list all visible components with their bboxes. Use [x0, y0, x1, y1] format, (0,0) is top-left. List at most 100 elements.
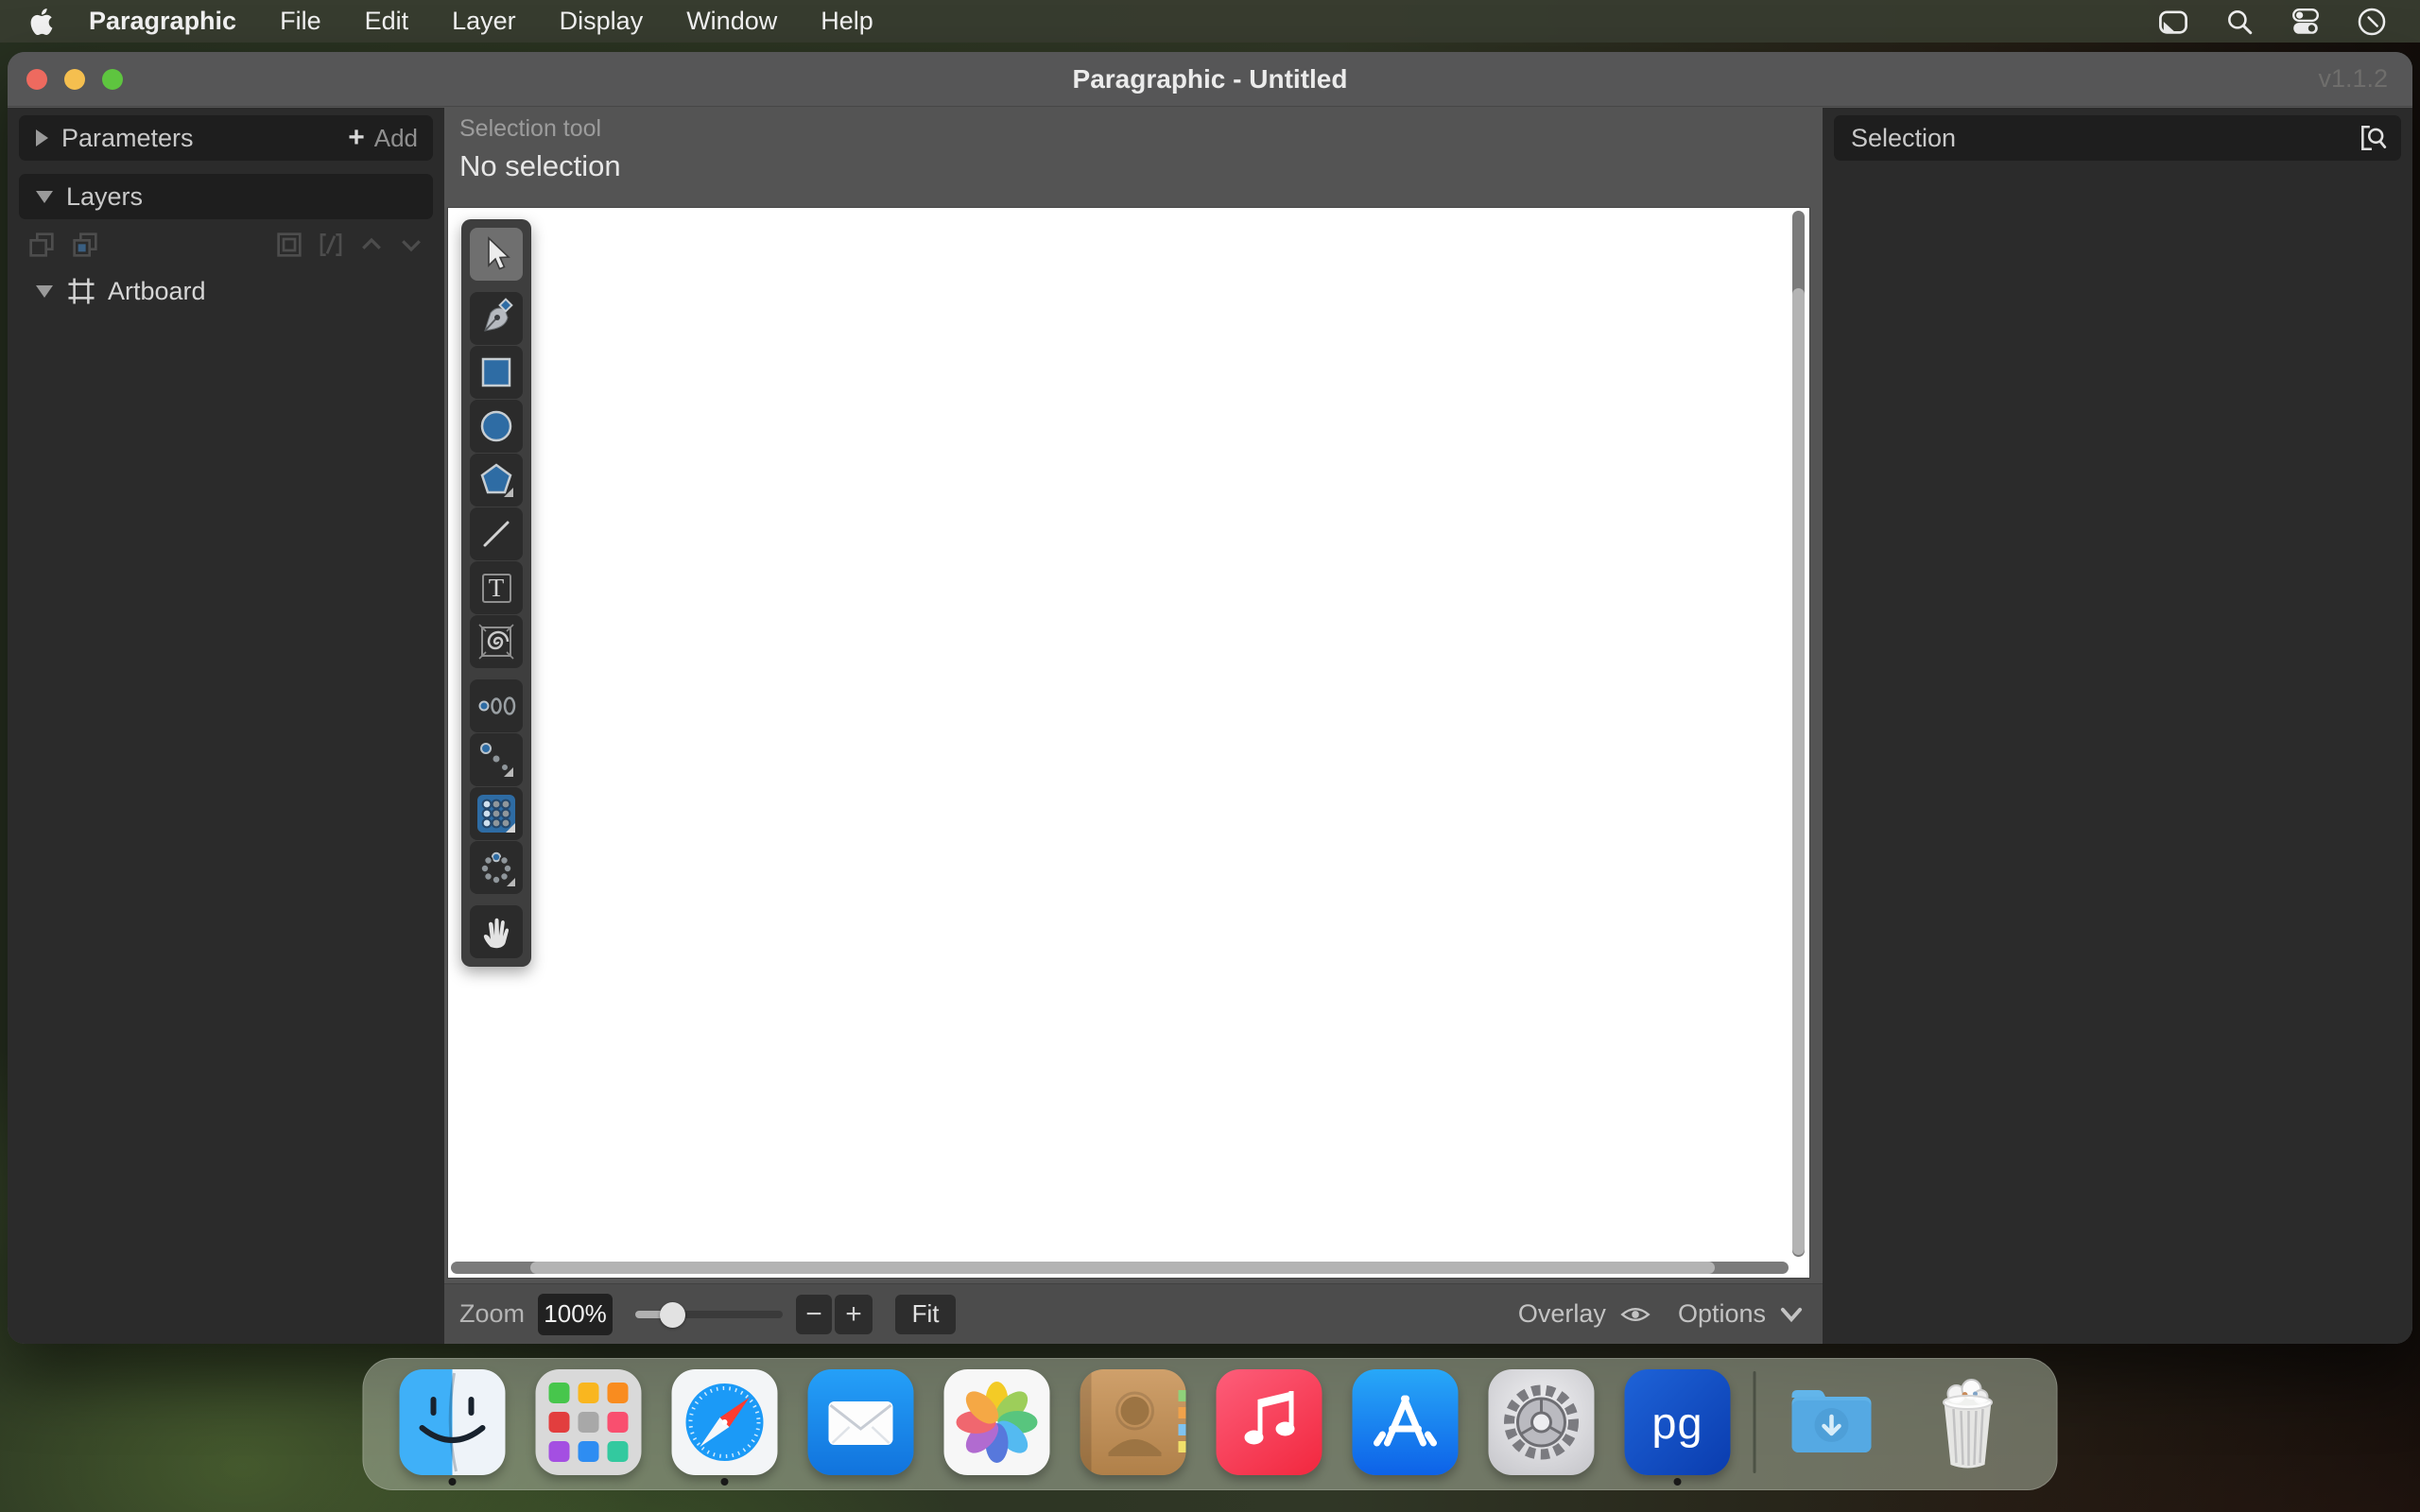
- apple-menu-icon[interactable]: [28, 8, 57, 36]
- bottom-bar: Zoom 100% − + Fit Overlay Options: [444, 1283, 1838, 1344]
- ellipse-icon: [470, 400, 523, 453]
- horizontal-scrollbar-thumb[interactable]: [530, 1262, 1715, 1274]
- duplicate-icon[interactable]: [26, 230, 57, 260]
- line-icon: [470, 507, 523, 560]
- disclosure-down-icon[interactable]: [36, 285, 53, 298]
- pen-icon: [470, 292, 523, 345]
- move-up-icon[interactable]: [357, 231, 386, 259]
- disclosure-down-icon[interactable]: [36, 191, 53, 203]
- overlay-options-group: Overlay Options: [1518, 1299, 1804, 1329]
- dock: pg: [363, 1358, 2058, 1490]
- desktop-wallpaper: Paragraphic File Edit Layer Display Wind…: [0, 0, 2420, 1512]
- contacts-icon: [1080, 1369, 1186, 1475]
- dock-item-launchpad[interactable]: [536, 1369, 642, 1486]
- running-indicator: [1674, 1478, 1682, 1486]
- spiral-icon: [470, 615, 523, 668]
- zoom-out-button[interactable]: −: [796, 1295, 832, 1334]
- plus-icon: +: [348, 122, 365, 154]
- dock-item-paragraphic[interactable]: pg: [1625, 1369, 1731, 1486]
- menu-item-help[interactable]: Help: [821, 7, 873, 36]
- menu-item-display[interactable]: Display: [560, 7, 644, 36]
- screen-mirroring-icon[interactable]: [2157, 6, 2189, 38]
- tool-repeat-grid[interactable]: [470, 787, 523, 840]
- clock-icon[interactable]: [2356, 6, 2388, 38]
- tool-pan[interactable]: [470, 905, 523, 958]
- hand-icon: [470, 905, 523, 958]
- chevron-down-icon[interactable]: [1779, 1305, 1804, 1324]
- tool-palette: T: [461, 219, 531, 967]
- tool-rectangle[interactable]: [470, 346, 523, 399]
- running-indicator: [449, 1478, 457, 1486]
- eye-icon[interactable]: [1619, 1302, 1651, 1327]
- artboard-icon: [66, 276, 96, 306]
- downloads-folder-icon: [1779, 1369, 1885, 1475]
- dock-item-music[interactable]: [1217, 1369, 1322, 1486]
- inspect-selection-icon[interactable]: [2358, 123, 2388, 153]
- tool-spiral[interactable]: [470, 615, 523, 668]
- horizontal-scrollbar[interactable]: [451, 1262, 1789, 1274]
- launchpad-grid: [549, 1383, 629, 1462]
- menu-item-layer[interactable]: Layer: [452, 7, 516, 36]
- mask-icon[interactable]: [316, 230, 346, 260]
- dock-item-mail[interactable]: [808, 1369, 914, 1486]
- fit-button[interactable]: Fit: [895, 1295, 956, 1334]
- dock-item-safari[interactable]: [672, 1369, 778, 1486]
- add-parameter-button[interactable]: + Add: [348, 122, 418, 154]
- tool-repeat-radial[interactable]: [470, 841, 523, 894]
- dock-item-photos[interactable]: [944, 1369, 1050, 1486]
- dock-separator: [1754, 1371, 1756, 1473]
- zoom-slider-thumb[interactable]: [660, 1302, 685, 1328]
- options-label[interactable]: Options: [1678, 1299, 1766, 1329]
- canvas[interactable]: T: [448, 208, 1809, 1278]
- mail-icon: [808, 1369, 914, 1475]
- title-bar[interactable]: Paragraphic - Untitled v1.1.2: [8, 52, 2412, 107]
- layer-label: Artboard: [108, 277, 206, 306]
- tool-pen[interactable]: [470, 292, 523, 345]
- cursor-icon: [470, 228, 523, 281]
- app-window: Paragraphic - Untitled v1.1.2 Parameters…: [8, 52, 2412, 1344]
- zoom-in-button[interactable]: +: [835, 1295, 873, 1334]
- running-indicator: [721, 1478, 729, 1486]
- photos-icon: [944, 1369, 1050, 1475]
- layers-header[interactable]: Layers: [19, 174, 433, 219]
- dock-item-finder[interactable]: [400, 1369, 506, 1486]
- paragraphic-app-icon: pg: [1625, 1369, 1731, 1475]
- dock-item-downloads[interactable]: [1779, 1369, 1885, 1486]
- tool-text[interactable]: T: [470, 561, 523, 614]
- tool-polygon[interactable]: [470, 454, 523, 507]
- zoom-slider[interactable]: [635, 1294, 783, 1335]
- disclosure-right-icon[interactable]: [36, 129, 48, 146]
- add-label: Add: [374, 124, 418, 153]
- pg-label: pg: [1651, 1397, 1703, 1449]
- menu-item-window[interactable]: Window: [686, 7, 777, 36]
- app-store-icon: [1353, 1369, 1459, 1475]
- vertical-scrollbar-thumb[interactable]: [1792, 288, 1805, 1255]
- search-icon[interactable]: [2223, 6, 2256, 38]
- tool-repeat-along-line[interactable]: [470, 679, 523, 732]
- rectangle-icon: [470, 346, 523, 399]
- tool-ellipse[interactable]: [470, 400, 523, 453]
- tool-selection[interactable]: [470, 228, 523, 281]
- system-settings-icon: [1489, 1369, 1595, 1475]
- window-content: Parameters + Add Layers: [8, 108, 2412, 1344]
- menu-item-edit[interactable]: Edit: [365, 7, 409, 36]
- move-down-icon[interactable]: [397, 231, 425, 259]
- layer-row-artboard[interactable]: Artboard: [8, 270, 444, 312]
- dock-item-system-settings[interactable]: [1489, 1369, 1595, 1486]
- selection-panel-title: Selection: [1851, 124, 1956, 153]
- parameters-header[interactable]: Parameters + Add: [19, 115, 433, 161]
- zoom-value-field[interactable]: 100%: [538, 1294, 613, 1335]
- vertical-scrollbar[interactable]: [1792, 211, 1805, 1257]
- dock-item-app-store[interactable]: [1353, 1369, 1459, 1486]
- overlay-label: Overlay: [1518, 1299, 1606, 1329]
- control-center-icon[interactable]: [2290, 6, 2322, 38]
- dock-item-contacts[interactable]: [1080, 1369, 1186, 1486]
- menu-app-name[interactable]: Paragraphic: [89, 7, 236, 36]
- tool-line[interactable]: [470, 507, 523, 560]
- dock-item-trash[interactable]: [1915, 1369, 2021, 1486]
- window-title: Paragraphic - Untitled: [8, 64, 2412, 94]
- frame-icon[interactable]: [274, 230, 304, 260]
- duplicate-filled-icon[interactable]: [70, 230, 100, 260]
- tool-repeat-diagonal[interactable]: [470, 733, 523, 786]
- menu-item-file[interactable]: File: [280, 7, 321, 36]
